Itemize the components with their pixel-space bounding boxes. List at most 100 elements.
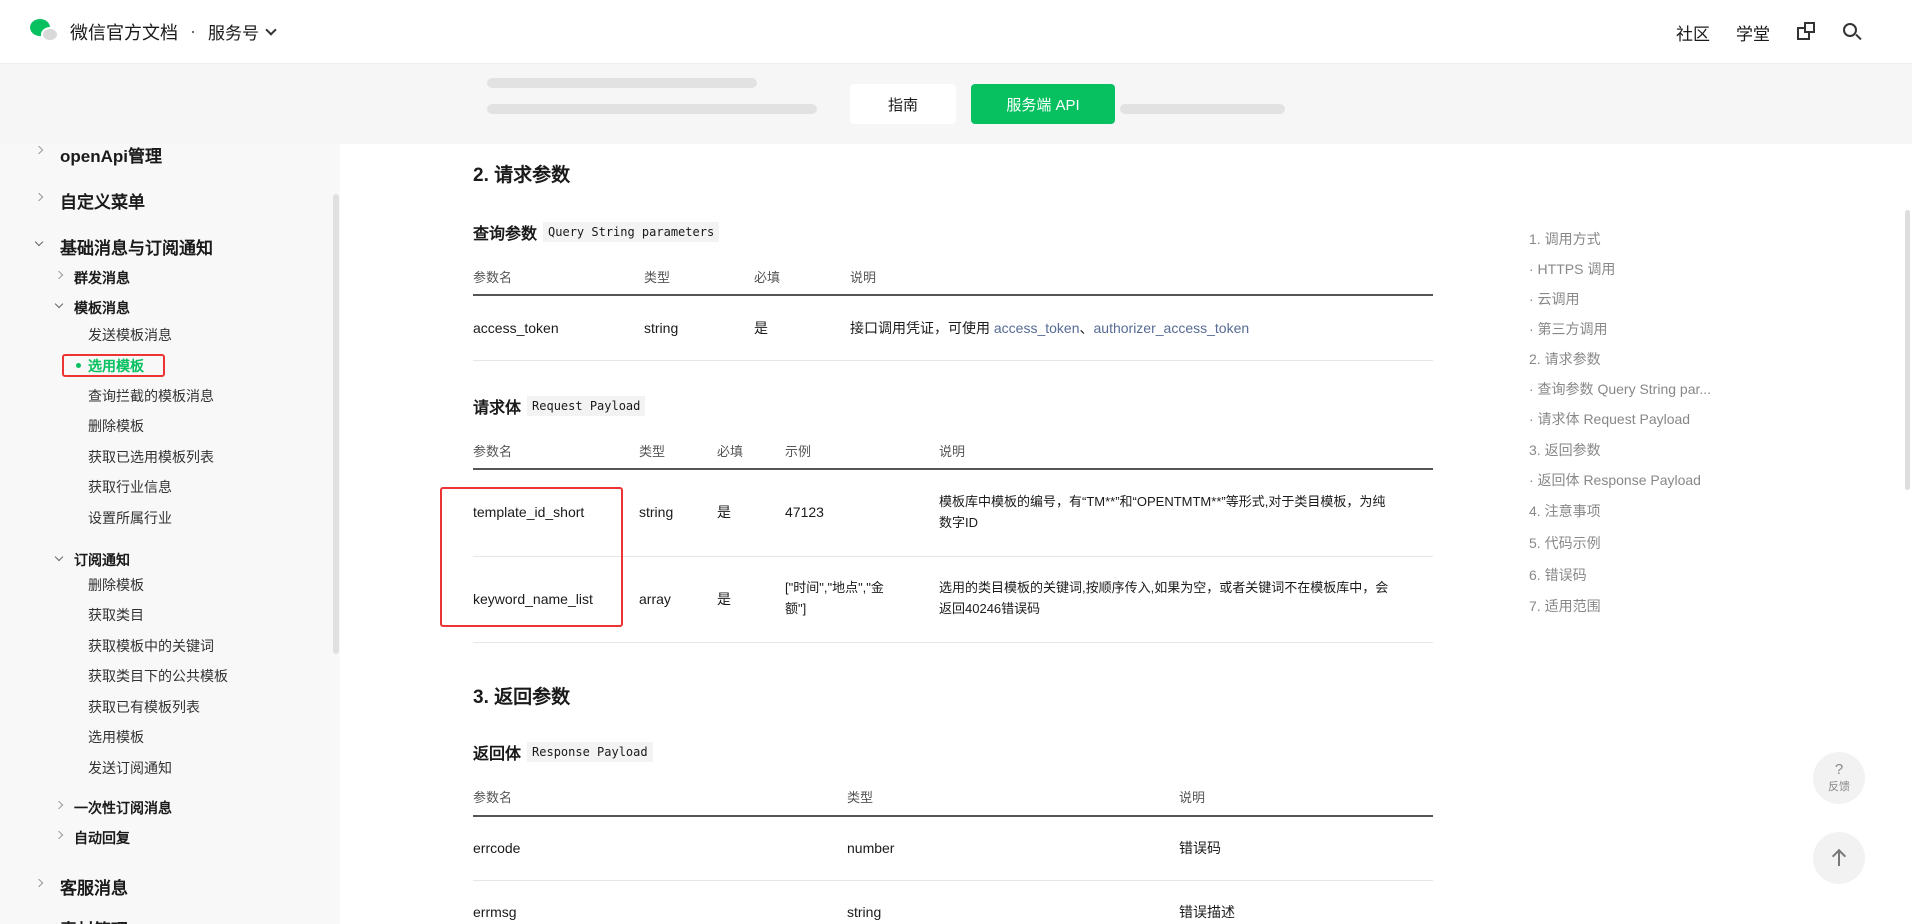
sidebar-item-basic-messages[interactable]: 基础消息与订阅通知	[60, 234, 213, 259]
chevron-right-icon[interactable]	[54, 800, 64, 810]
chevron-right-icon[interactable]	[54, 830, 64, 840]
sidebar-item-get-industry[interactable]: 获取行业信息	[88, 477, 172, 497]
sidebar-item-get-selected-templates[interactable]: 获取已选用模板列表	[88, 447, 214, 467]
resp-code: Response Payload	[527, 742, 653, 762]
sidebar: openApi管理 自定义菜单 基础消息与订阅通知 群发消息 模板消息 发送模板…	[0, 64, 340, 924]
toc-item[interactable]: 3. 返回参数	[1529, 440, 1601, 460]
toc-item[interactable]: · HTTPS 调用	[1529, 259, 1615, 279]
brand-title[interactable]: 微信官方文档	[70, 19, 178, 45]
sidebar-item-material[interactable]: 素材管理	[60, 916, 128, 924]
toc-item[interactable]: 6. 错误码	[1529, 565, 1587, 585]
chevron-right-icon[interactable]	[54, 270, 64, 280]
table-cell-desc: 选用的类目模板的关键词,按顺序传入,如果为空，或者关键词不在模板库中，会	[939, 580, 1389, 595]
tab-guide[interactable]: 指南	[850, 84, 956, 124]
sidebar-item-delete-template[interactable]: 删除模板	[88, 416, 144, 436]
search-icon[interactable]	[1842, 22, 1862, 42]
table-cell-type: string	[639, 504, 674, 520]
sidebar-item-get-keywords[interactable]: 获取模板中的关键词	[88, 636, 214, 656]
toc-item[interactable]: 2. 请求参数	[1529, 349, 1601, 369]
chevron-down-icon[interactable]	[54, 552, 64, 562]
sidebar-item-customer-service[interactable]: 客服消息	[60, 874, 128, 899]
toc-item[interactable]: · 请求体 Request Payload	[1529, 409, 1690, 429]
chevron-down-icon[interactable]	[34, 237, 44, 247]
brand[interactable]: 微信官方文档 · 服务号	[30, 18, 277, 45]
table-cell-desc: 接口调用凭证，可使用 access_token、authorizer_acces…	[850, 318, 1249, 338]
sidebar-item-set-industry[interactable]: 设置所属行业	[88, 508, 172, 528]
table-header: 类型	[847, 790, 874, 805]
table-header: 类型	[644, 270, 671, 285]
sidebar-item-get-existing-templates[interactable]: 获取已有模板列表	[88, 697, 200, 717]
toc-item[interactable]: 7. 适用范围	[1529, 596, 1601, 616]
tab-server-api[interactable]: 服务端 API	[971, 84, 1115, 124]
table-header: 说明	[1179, 790, 1206, 805]
arrow-up-icon	[1831, 848, 1847, 867]
table-header: 类型	[639, 444, 666, 459]
nav-link-academy[interactable]: 学堂	[1736, 20, 1770, 45]
sidebar-item-get-category[interactable]: 获取类目	[88, 605, 144, 625]
desc-separator: 、	[1079, 320, 1094, 336]
blurred-text	[1120, 104, 1285, 114]
sidebar-item-sub-select-template[interactable]: 选用模板	[88, 727, 144, 747]
toc-item[interactable]: · 云调用	[1529, 289, 1580, 309]
table-header: 参数名	[473, 444, 513, 459]
sidebar-item-send-subscribe[interactable]: 发送订阅通知	[88, 758, 172, 778]
sidebar-item-query-blocked[interactable]: 查询拦截的模板消息	[88, 386, 214, 406]
toc-item[interactable]: 1. 调用方式	[1529, 229, 1601, 249]
sidebar-item-get-public-templates[interactable]: 获取类目下的公共模板	[88, 666, 228, 686]
sidebar-item-openapi[interactable]: openApi管理	[60, 142, 162, 167]
table-header: 示例	[785, 444, 812, 459]
toc-item[interactable]: · 第三方调用	[1529, 319, 1608, 339]
page-scrollbar[interactable]	[1905, 210, 1910, 490]
account-type-label[interactable]: 服务号	[208, 19, 259, 44]
help-icon: ?	[1834, 761, 1844, 778]
chevron-right-icon[interactable]	[34, 192, 44, 202]
chevron-down-icon[interactable]	[54, 299, 64, 309]
link-authorizer-access-token[interactable]: authorizer_access_token	[1094, 320, 1250, 336]
account-type-dropdown[interactable]: 服务号	[208, 19, 277, 44]
doc-type-tabs: 指南 服务端 API	[0, 64, 1912, 144]
sidebar-item-onetime-subscribe[interactable]: 一次性订阅消息	[74, 798, 172, 818]
table-header: 必填	[717, 444, 744, 459]
query-title: 查询参数	[473, 226, 538, 243]
sidebar-item-select-template-active[interactable]: 选用模板	[88, 356, 144, 376]
sidebar-item-mass-message[interactable]: 群发消息	[74, 268, 130, 288]
toc-item[interactable]: · 返回体 Response Payload	[1529, 470, 1701, 490]
sidebar-item-subscribe[interactable]: 订阅通知	[74, 550, 130, 570]
sidebar-item-auto-reply[interactable]: 自动回复	[74, 828, 130, 848]
sidebar-item-template-message[interactable]: 模板消息	[74, 298, 130, 318]
table-cell-example: 额"]	[785, 601, 807, 616]
toc-item[interactable]: 4. 注意事项	[1529, 501, 1601, 521]
subsection-title-response: 返回体 Response Payload	[473, 740, 653, 764]
resp-title: 返回体	[473, 746, 522, 763]
sidebar-scrollbar[interactable]	[333, 194, 339, 654]
chevron-right-icon[interactable]	[34, 878, 44, 888]
link-access-token[interactable]: access_token	[994, 320, 1080, 336]
back-to-top-button[interactable]	[1813, 832, 1865, 884]
sidebar-item-sub-delete-template[interactable]: 删除模板	[88, 575, 144, 595]
query-code: Query String parameters	[543, 222, 720, 242]
chevron-down-icon[interactable]	[265, 23, 277, 36]
top-nav: 微信官方文档 · 服务号 社区 学堂	[0, 0, 1912, 64]
table-cell-desc: 错误码	[1179, 840, 1221, 856]
toc-item[interactable]: 5. 代码示例	[1529, 533, 1601, 553]
toc-item[interactable]: · 查询参数 Query String par...	[1529, 379, 1711, 399]
section-title-request-params: 2. 请求参数	[473, 165, 571, 186]
table-row-rule	[473, 880, 1433, 881]
sidebar-item-custom-menu[interactable]: 自定义菜单	[60, 188, 145, 213]
blurred-text	[487, 78, 757, 88]
table-header-rule	[473, 468, 1433, 470]
feedback-label: 反馈	[1828, 781, 1850, 793]
feedback-button[interactable]: ? 反馈	[1813, 752, 1865, 804]
sidebar-item-send-template[interactable]: 发送模板消息	[88, 325, 172, 345]
active-indicator	[76, 363, 81, 368]
table-cell-example: ["时间","地点","金	[785, 580, 884, 595]
table-header: 说明	[850, 270, 877, 285]
chevron-right-icon[interactable]	[34, 145, 44, 155]
external-link-icon[interactable]	[1796, 22, 1816, 42]
table-cell-type: array	[639, 591, 671, 607]
table-cell-desc: 返回40246错误码	[939, 601, 1041, 616]
table-header: 必填	[754, 270, 781, 285]
nav-link-community[interactable]: 社区	[1676, 20, 1710, 45]
table-cell-required: 是	[717, 504, 731, 520]
table-header: 说明	[939, 444, 966, 459]
